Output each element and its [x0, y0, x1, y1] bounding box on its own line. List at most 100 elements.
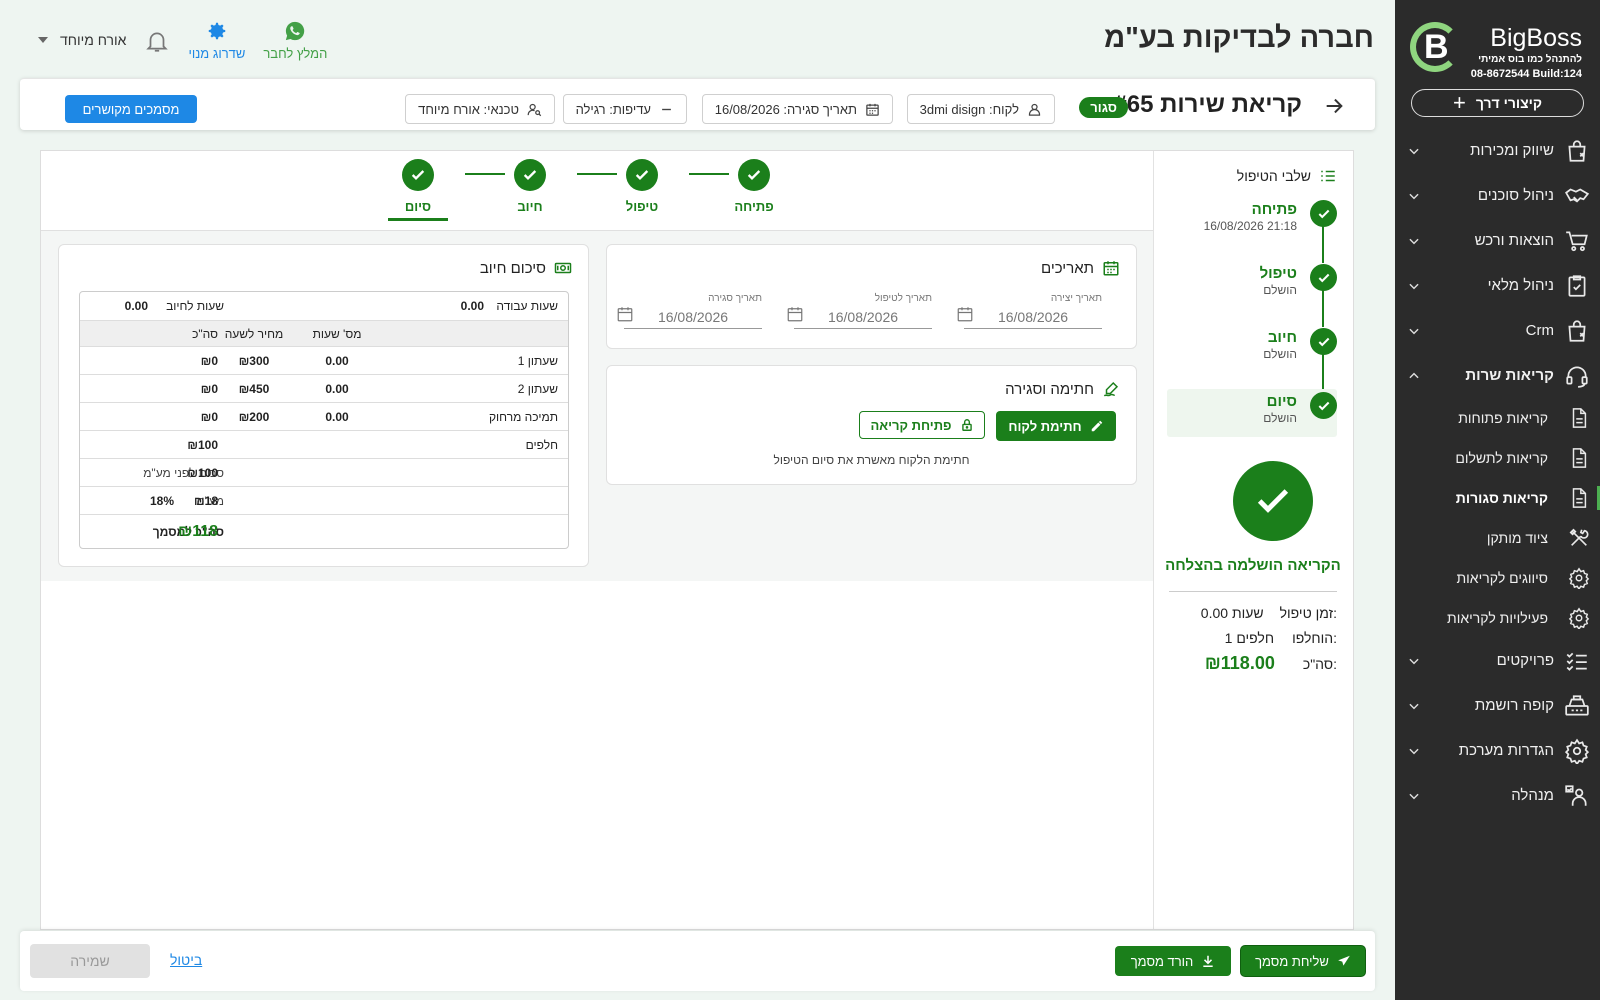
document-icon — [1568, 487, 1590, 509]
sidebar-subitem-closed-calls[interactable]: קריאות סגורות — [1395, 478, 1600, 518]
stage-item-current[interactable]: סיום הושלם — [1167, 389, 1337, 437]
sidebar-subitem-call-activities[interactable]: פעילויות לקריאות — [1395, 598, 1600, 638]
register-icon — [1564, 693, 1590, 719]
row-hours: 0.00 — [325, 353, 349, 368]
sidebar-item-label: Crm — [1525, 322, 1554, 339]
closing-date-value[interactable]: 16/08/2026 — [624, 307, 762, 329]
chevron-down-icon — [1407, 789, 1421, 803]
step-treatment[interactable]: טיפול — [612, 159, 672, 214]
sidebar-item-crm[interactable]: Crm — [1395, 308, 1600, 353]
header-actions: אורח מיוחד שדרוג מנוי המלץ לחבר — [38, 20, 327, 61]
sidebar-item-marketing[interactable]: שיווק ומכירות — [1395, 128, 1600, 173]
step-finish[interactable]: סיום — [388, 159, 448, 221]
sidebar-item-system-settings[interactable]: הגדרות מערכת — [1395, 728, 1600, 773]
cancel-link[interactable]: ביטול — [170, 952, 202, 968]
priority-chip[interactable]: עדיפות: רגילה — [562, 94, 687, 124]
summary-parts-value: 1 חלפים — [1224, 630, 1275, 646]
reopen-call-button[interactable]: פתיחת קריאה — [859, 411, 985, 439]
chevron-down-icon — [1407, 144, 1421, 158]
treatment-date-value[interactable]: 16/08/2026 — [794, 307, 932, 329]
row-hours: 0.00 — [325, 409, 349, 424]
quick-actions-button[interactable]: + קיצורי דרך — [1411, 89, 1584, 117]
row-price: ₪300 — [238, 353, 270, 368]
column-header-price: מחיר לשעה — [224, 326, 284, 341]
summary-parts: הוחלפו: 1 חלפים — [1169, 630, 1337, 646]
check-icon — [1310, 264, 1337, 291]
step-opening[interactable]: פתיחה — [724, 159, 784, 214]
calendar-icon[interactable] — [616, 305, 634, 323]
summary-total: סה"כ: ₪118.00 — [1169, 653, 1337, 674]
related-documents-button[interactable]: מסמכים מקושרים — [65, 95, 197, 123]
billing-hours-row: שעות עבודה 0.00 שעות לחיוב 0.00 — [80, 292, 568, 320]
user-menu[interactable]: אורח מיוחד — [38, 32, 126, 48]
pre-vat-row: סכום לפני מע"מ ₪100 — [80, 458, 568, 486]
sidebar-item-service-calls[interactable]: קריאות שרות — [1395, 353, 1600, 398]
treatment-date-field[interactable]: תאריך לטיפול 16/08/2026 — [786, 293, 950, 331]
stage-status: הושלם — [1263, 411, 1297, 425]
check-icon — [1310, 328, 1337, 355]
sidebar-item-agents[interactable]: ניהול סוכנים — [1395, 173, 1600, 218]
billing-title: סיכום חיוב — [479, 259, 546, 277]
sidebar-item-inventory[interactable]: ניהול מלאי — [1395, 263, 1600, 308]
step-connector — [577, 173, 617, 175]
divider — [1169, 591, 1337, 592]
row-name: תמיכה מרחוק — [488, 409, 558, 424]
download-document-label: הורד מסמך — [1130, 953, 1194, 969]
step-label: פתיחה — [734, 199, 774, 214]
sidebar-subitem-payment-calls[interactable]: קריאות לתשלום — [1395, 438, 1600, 478]
stages-panel: שלבי הטיפול פתיחה 16/08/2026 21:18 טיפול… — [1153, 151, 1353, 929]
created-date-value[interactable]: 16/08/2026 — [964, 307, 1102, 329]
logo-name: BigBoss — [1490, 24, 1582, 52]
sidebar-item-cash-register[interactable]: קופה רושמת — [1395, 683, 1600, 728]
pen-icon — [1090, 419, 1104, 433]
created-date-field[interactable]: תאריך יצירה 16/08/2026 — [956, 293, 1120, 331]
download-document-button[interactable]: הורד מסמך — [1115, 946, 1231, 976]
customer-chip[interactable]: לקוח: 3dmi disign — [906, 94, 1055, 124]
table-row: שעתון 2 0.00 ₪450 ₪0 — [80, 374, 568, 402]
sidebar-subitem-call-categories[interactable]: סיווגים לקריאות — [1395, 558, 1600, 598]
sidebar-item-expenses[interactable]: הוצאות ורכש — [1395, 218, 1600, 263]
clipboard-icon — [1564, 273, 1590, 299]
created-date-label: תאריך יצירה — [1050, 293, 1102, 304]
close-date-chip[interactable]: תאריך סגירה: 16/08/2026 — [701, 94, 893, 124]
row-name: שעתון 1 — [517, 353, 558, 368]
save-button[interactable]: שמירה — [30, 944, 150, 978]
progress-stepper: פתיחה טיפול חיוב סיום — [41, 151, 1153, 231]
dates-title: תאריכים — [1040, 259, 1094, 277]
logo[interactable]: B BigBoss להתנהל כמו בוס אמיתי 08-867254… — [1410, 20, 1582, 82]
calendar-icon[interactable] — [956, 305, 974, 323]
bell-icon[interactable] — [144, 28, 170, 54]
row-total: ₪0 — [200, 381, 218, 396]
plus-icon: + — [1452, 90, 1466, 115]
calendar-icon[interactable] — [786, 305, 804, 323]
step-connector — [689, 173, 729, 175]
sidebar-item-projects[interactable]: פרויקטים — [1395, 638, 1600, 683]
step-billing[interactable]: חיוב — [500, 159, 560, 214]
sidebar-subitem-open-calls[interactable]: קריאות פתוחות — [1395, 398, 1600, 438]
chevron-down-icon — [1407, 744, 1421, 758]
send-document-button[interactable]: שליחת מסמך — [1241, 946, 1365, 976]
sidebar-item-label: שיווק ומכירות — [1470, 142, 1554, 159]
column-header-hours: מס' שעות — [312, 326, 362, 341]
technician-chip[interactable]: טכנאי: אורח מיוחד — [405, 94, 555, 124]
upgrade-link[interactable]: שדרוג מנוי — [188, 20, 245, 61]
admin-icon — [1564, 783, 1590, 809]
sidebar-item-admin[interactable]: מנהלה — [1395, 773, 1600, 818]
recommend-link[interactable]: המלץ לחבר — [263, 20, 327, 61]
technician-label: טכנאי: אורח מיוחד — [418, 101, 519, 117]
stage-name: טיפול — [1259, 265, 1297, 282]
customer-signature-button[interactable]: חתימת לקוח — [996, 411, 1116, 441]
minus-icon — [659, 102, 674, 117]
billing-card: סיכום חיוב שעות עבודה 0.00 שעות לחיוב 0.… — [58, 244, 589, 567]
check-icon — [402, 159, 434, 191]
arrow-right-icon[interactable] — [1323, 95, 1345, 117]
stage-item[interactable]: טיפול הושלם — [1209, 261, 1337, 309]
closing-date-field[interactable]: תאריך סגירה 16/08/2026 — [616, 293, 780, 331]
stage-item[interactable]: פתיחה 16/08/2026 21:18 — [1204, 197, 1337, 245]
sidebar-subitem-installed-equipment[interactable]: ציוד מותקן — [1395, 518, 1600, 558]
signing-title: חתימה וסגירה — [1005, 380, 1094, 398]
stage-item[interactable]: חיוב הושלם — [1209, 325, 1337, 373]
money-icon — [554, 259, 572, 277]
sidebar-item-label: ניהול סוכנים — [1477, 187, 1554, 204]
status-badge: סגור — [1079, 97, 1128, 118]
